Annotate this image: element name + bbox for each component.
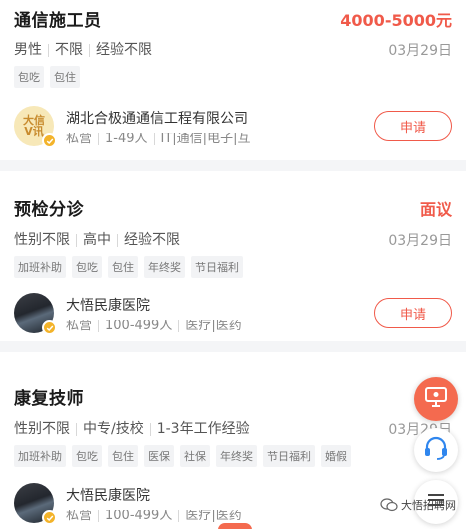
wechat-icon (380, 498, 398, 512)
verified-badge-icon (42, 133, 57, 148)
benefit-tag: 婚假 (321, 445, 351, 467)
requirement-gender: 男性 (14, 41, 42, 58)
bottom-tab-indicator (218, 523, 252, 529)
company-meta: 私营 100-499人 医疗|医药 (66, 319, 364, 332)
job-requirements-row: 男性 不限 经验不限 03月29日 (14, 40, 452, 60)
benefit-tag: 包住 (108, 445, 138, 467)
benefit-tag: 年终奖 (144, 256, 185, 278)
requirement-gender: 性别不限 (14, 231, 70, 248)
benefit-tag: 包住 (50, 66, 80, 88)
job-requirements-row: 性别不限 高中 经验不限 03月29日 (14, 230, 452, 250)
benefit-tag: 包住 (108, 256, 138, 278)
benefit-tag: 节日福利 (263, 445, 315, 467)
requirement-experience: 经验不限 (117, 233, 186, 247)
company-size: 100-499人 (98, 319, 178, 332)
requirement-experience: 经验不限 (89, 43, 158, 57)
benefit-tag: 包吃 (14, 66, 44, 88)
screen-icon (424, 386, 448, 412)
company-industry: IT|通信|电子|互 (153, 132, 257, 145)
verified-badge-icon (42, 510, 57, 525)
company-meta: 私营 1-49人 IT|通信|电子|互 (66, 132, 364, 145)
benefit-tag: 社保 (180, 445, 210, 467)
benefit-tag: 包吃 (72, 256, 102, 278)
requirement-gender: 性别不限 (14, 420, 70, 437)
verified-badge-icon (42, 320, 57, 335)
screen-share-button[interactable] (414, 377, 458, 421)
job-title: 通信施工员 (14, 11, 102, 31)
job-card[interactable]: 预检分诊 面议 性别不限 高中 经验不限 03月29日 加班补助 包吃 包住 年… (0, 171, 466, 341)
benefit-tag: 加班补助 (14, 256, 66, 278)
company-logo (14, 293, 57, 335)
headset-icon (423, 436, 449, 464)
benefit-tags: 包吃 包住 (14, 66, 452, 88)
company-type: 私营 (66, 509, 93, 522)
requirement-experience: 1-3年工作经验 (149, 422, 256, 436)
company-size: 1-49人 (98, 132, 154, 145)
job-requirements-row: 性别不限 中专/技校 1-3年工作经验 03月29日 (14, 419, 452, 439)
benefit-tag: 加班补助 (14, 445, 66, 467)
customer-service-button[interactable] (414, 428, 458, 472)
job-title-row: 预检分诊 面议 (14, 195, 452, 221)
job-card[interactable]: 通信施工员 4000-5000元 男性 不限 经验不限 03月29日 包吃 包住… (0, 0, 466, 160)
job-title: 预检分诊 (14, 200, 84, 220)
job-title-row: 通信施工员 4000-5000元 (14, 6, 452, 32)
requirement-education: 高中 (76, 233, 117, 247)
requirement-education: 中专/技校 (76, 422, 150, 436)
job-title: 康复技师 (14, 389, 84, 409)
company-size: 100-499人 (98, 509, 178, 522)
company-logo (14, 483, 57, 525)
benefit-tag: 节日福利 (191, 256, 243, 278)
post-date: 03月29日 (388, 233, 452, 249)
company-meta: 私营 100-499人 医疗|医药 (66, 509, 332, 522)
benefit-tags: 加班补助 包吃 包住 年终奖 节日福利 (14, 256, 452, 278)
company-type: 私营 (66, 132, 93, 145)
post-date: 03月29日 (388, 43, 452, 59)
company-logo: 大信 V讯 (14, 106, 57, 148)
watermark-text: 大悟招聘网 (401, 499, 456, 512)
job-salary: 4000-5000元 (340, 10, 452, 30)
company-industry: 医疗|医药 (178, 319, 247, 332)
company-industry: 医疗|医药 (178, 509, 247, 522)
requirement-education: 不限 (48, 43, 89, 57)
job-salary: 面议 (419, 199, 452, 219)
benefit-tag: 年终奖 (216, 445, 257, 467)
company-row[interactable]: 大信 V讯 湖北合极通通信工程有限公司 私营 1-49人 IT|通信|电子|互 … (14, 106, 452, 148)
company-type: 私营 (66, 319, 93, 332)
benefit-tags: 加班补助 包吃 包住 医保 社保 年终奖 节日福利 婚假 (14, 445, 452, 467)
company-name: 大悟民康医院 (66, 297, 150, 314)
benefit-tag: 医保 (144, 445, 174, 467)
company-row[interactable]: 大悟民康医院 私营 100-499人 医疗|医药 申请 (14, 293, 452, 335)
benefit-tag: 包吃 (72, 445, 102, 467)
company-name: 湖北合极通通信工程有限公司 (66, 110, 248, 127)
apply-button[interactable]: 申请 (374, 298, 452, 328)
apply-button[interactable]: 申请 (374, 111, 452, 141)
watermark: 大悟招聘网 (380, 497, 456, 513)
job-title-row: 康复技师 (14, 384, 452, 409)
company-name: 大悟民康医院 (66, 487, 150, 504)
